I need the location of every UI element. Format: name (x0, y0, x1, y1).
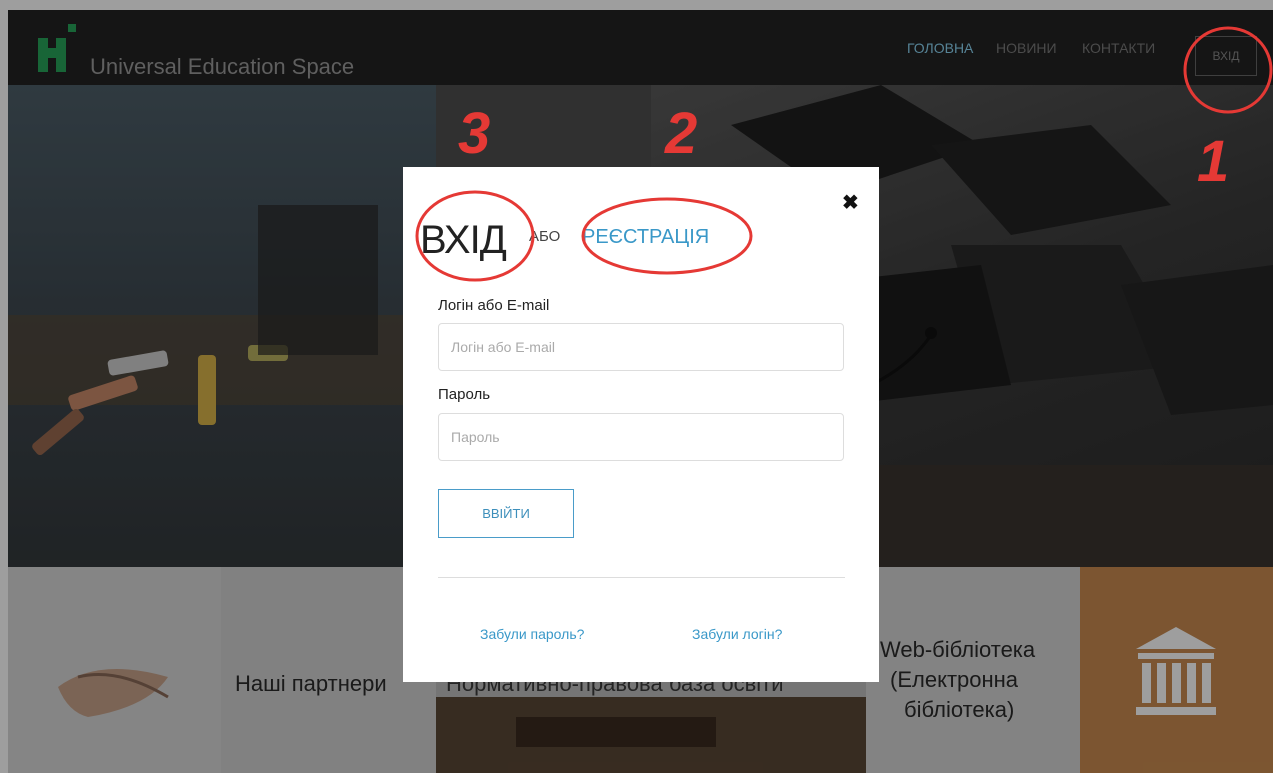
password-input[interactable] (438, 413, 844, 461)
login-input[interactable] (438, 323, 844, 371)
modal-divider (438, 577, 845, 578)
modal-title-or: АБО (529, 228, 561, 245)
register-link[interactable]: РЕЄСТРАЦІЯ (582, 226, 709, 249)
annotation-number-3: 3 (458, 101, 491, 166)
forgot-password-link[interactable]: Забули пароль? (480, 626, 584, 642)
annotation-number-1: 1 (1197, 129, 1230, 194)
password-field-label: Пароль (438, 386, 491, 403)
close-icon[interactable]: ✖ (842, 190, 859, 215)
annotation-number-2: 2 (665, 101, 698, 166)
login-field-label: Логін або E-mail (438, 297, 550, 314)
submit-login-button[interactable]: ВВІЙТИ (438, 489, 574, 538)
modal-title-login[interactable]: ВХІД (420, 218, 507, 263)
forgot-login-link[interactable]: Забули логін? (692, 626, 782, 642)
